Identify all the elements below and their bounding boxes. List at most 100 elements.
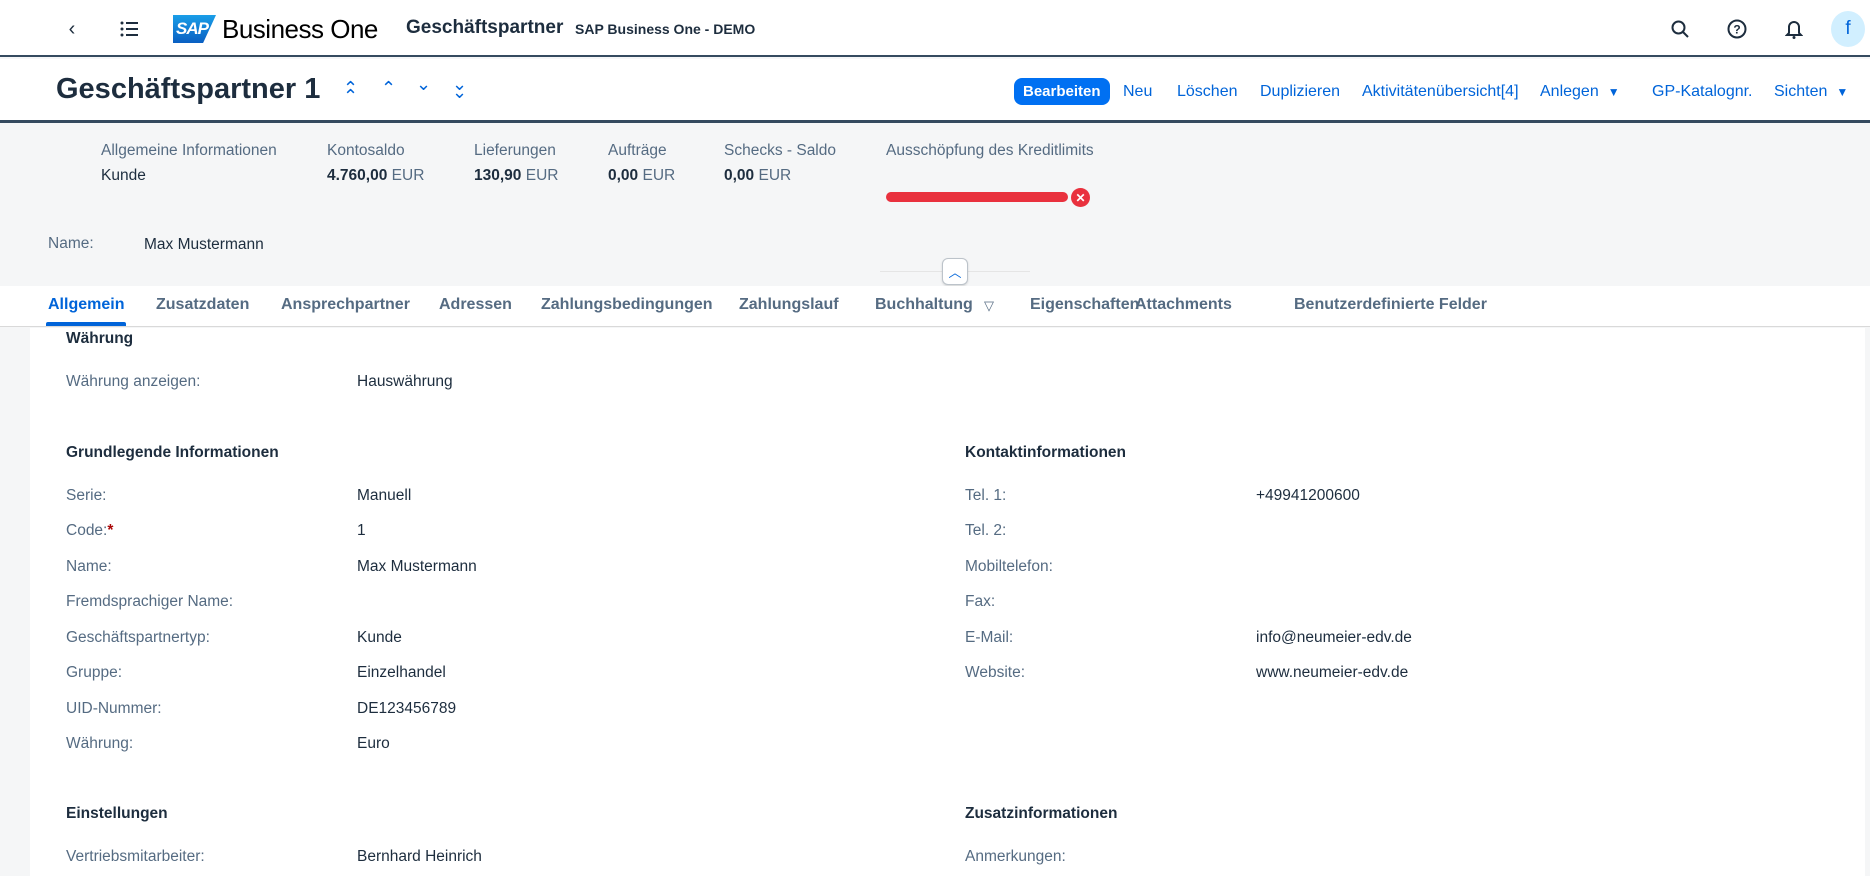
section-title-basic: Grundlegende Informationen: [66, 444, 279, 461]
section-title-contact: Kontaktinformationen: [965, 444, 1127, 461]
sap-logo-mark: SAP: [173, 15, 216, 43]
kpi-account-balance: Kontosaldo 4.760,00 EUR: [327, 142, 424, 185]
chevron-down-icon: ▼: [1607, 84, 1620, 99]
first-record-icon-lower[interactable]: ⌃: [343, 86, 358, 107]
kpi-unit: EUR: [391, 167, 425, 184]
create-menu-button[interactable]: Anlegen ▼: [1540, 78, 1620, 105]
chevron-down-icon: ▼: [1836, 84, 1849, 99]
kpi-unit: EUR: [525, 167, 559, 184]
field-label: Geschäftspartnertyp:: [66, 629, 210, 646]
tab-attachments[interactable]: Attachments: [1135, 296, 1232, 314]
svg-text:?: ?: [1733, 23, 1740, 37]
field-value: info@neumeier-edv.de: [1256, 629, 1412, 646]
field-label: Code:: [66, 522, 108, 539]
field-value: +49941200600: [1256, 487, 1360, 504]
kpi-label: Aufträge: [608, 142, 667, 159]
tab-adressen[interactable]: Adressen: [439, 296, 512, 314]
kpi-label: Schecks - Saldo: [724, 142, 836, 159]
field-label: Mobiltelefon:: [965, 558, 1053, 575]
views-menu-button[interactable]: Sichten ▼: [1774, 78, 1848, 105]
field-value: Hauswährung: [357, 373, 453, 390]
field-label: Anmerkungen:: [965, 848, 1066, 865]
field-label: E-Mail:: [965, 629, 1014, 646]
field-label: Serie:: [66, 487, 107, 504]
tab-benutzerdefinierte-felder[interactable]: Benutzerdefinierte Felder: [1294, 296, 1487, 314]
tab-zahlungsbedingungen[interactable]: Zahlungsbedingungen: [541, 296, 713, 314]
kpi-label: Ausschöpfung des Kreditlimits: [886, 142, 1094, 159]
field-label: Fremdsprachiger Name:: [66, 593, 234, 610]
kpi-orders: Aufträge 0,00 EUR: [608, 142, 675, 185]
kpi-credit-limit: Ausschöpfung des Kreditlimits: [886, 142, 1094, 167]
field-value: Kunde: [357, 629, 402, 646]
field-value: Bernhard Heinrich: [357, 848, 482, 865]
tab-zusatzdaten[interactable]: Zusatzdaten: [156, 296, 249, 314]
page-title: Geschäftspartner 1: [56, 73, 321, 105]
field-label: Währung anzeigen:: [66, 373, 201, 390]
notification-bell-icon[interactable]: [1782, 17, 1806, 41]
help-icon[interactable]: ?: [1725, 17, 1749, 41]
field-label: Name:: [66, 558, 112, 575]
edit-button[interactable]: Bearbeiten: [1014, 78, 1110, 105]
tab-ansprechpartner[interactable]: Ansprechpartner: [281, 296, 410, 314]
catalog-button[interactable]: GP-Katalognr.: [1652, 78, 1753, 105]
collapse-header-button[interactable]: ︿: [942, 258, 968, 285]
app-title: Geschäftspartner: [406, 17, 564, 38]
next-record-icon[interactable]: ⌄: [416, 74, 431, 95]
tab-allgemein[interactable]: Allgemein: [48, 296, 124, 314]
field-label: Tel. 1:: [965, 487, 1007, 504]
system-name: SAP Business One - DEMO: [575, 21, 756, 37]
field-value: Max Mustermann: [357, 558, 477, 575]
kpi-label: Kontosaldo: [327, 142, 405, 159]
tab-buchhaltung[interactable]: Buchhaltung: [875, 296, 973, 314]
required-marker: *: [107, 522, 114, 539]
kpi-value: 0,00: [724, 167, 755, 184]
duplicate-button[interactable]: Duplizieren: [1260, 78, 1340, 105]
tab-zahlungslauf[interactable]: Zahlungslauf: [739, 296, 839, 314]
create-label: Anlegen: [1540, 82, 1599, 100]
kpi-value: 4.760,00: [327, 167, 388, 184]
field-label: Fax:: [965, 593, 996, 610]
chevron-down-icon[interactable]: ▽: [984, 298, 994, 314]
header-name-label: Name:: [48, 235, 94, 252]
active-tab-indicator: [46, 322, 126, 326]
field-label: Vertriebsmitarbeiter:: [66, 848, 205, 865]
kpi-unit: EUR: [642, 167, 676, 184]
field-label: Tel. 2:: [965, 522, 1007, 539]
header-name-value: Max Mustermann: [144, 236, 264, 253]
user-avatar[interactable]: f: [1831, 11, 1865, 47]
sap-logo[interactable]: SAP Business One: [173, 14, 378, 44]
delete-button[interactable]: Löschen: [1177, 78, 1238, 105]
field-value: Einzelhandel: [357, 664, 446, 681]
error-icon: ✕: [1071, 188, 1090, 207]
views-label: Sichten: [1774, 82, 1828, 100]
tab-eigenschaften[interactable]: Eigenschaften: [1030, 296, 1139, 314]
search-icon[interactable]: [1668, 17, 1692, 41]
kpi-label: Allgemeine Informationen: [101, 142, 277, 159]
back-icon[interactable]: ‹: [60, 16, 84, 42]
activities-button[interactable]: Aktivitätenübersicht[4]: [1362, 78, 1519, 105]
field-value: Euro: [357, 735, 390, 752]
field-label: Gruppe:: [66, 664, 123, 681]
credit-limit-progress-bar: [886, 192, 1068, 202]
menu-list-icon[interactable]: [117, 16, 141, 42]
field-value: DE123456789: [357, 700, 457, 717]
section-title-currency: Währung: [66, 330, 134, 347]
kpi-unit: EUR: [758, 167, 792, 184]
kpi-deliveries: Lieferungen 130,90 EUR: [474, 142, 558, 185]
kpi-label: Lieferungen: [474, 142, 556, 159]
section-title-extra: Zusatzinformationen: [965, 805, 1118, 822]
field-label-code: Code:*: [66, 522, 113, 540]
kpi-checks-balance: Schecks - Saldo 0,00 EUR: [724, 142, 836, 185]
kpi-value: Kunde: [101, 167, 146, 184]
field-label: Währung:: [66, 735, 134, 752]
kpi-general-info: Allgemeine Informationen Kunde: [101, 142, 277, 185]
field-value: Manuell: [357, 487, 412, 504]
kpi-value: 130,90: [474, 167, 522, 184]
content-panel: [30, 328, 1865, 876]
new-button[interactable]: Neu: [1123, 78, 1152, 105]
field-label: Website:: [965, 664, 1026, 681]
section-title-settings: Einstellungen: [66, 805, 168, 822]
previous-record-icon[interactable]: ⌃: [381, 78, 396, 99]
field-value: www.neumeier-edv.de: [1256, 664, 1409, 681]
last-record-icon-lower[interactable]: ⌄: [452, 82, 467, 103]
